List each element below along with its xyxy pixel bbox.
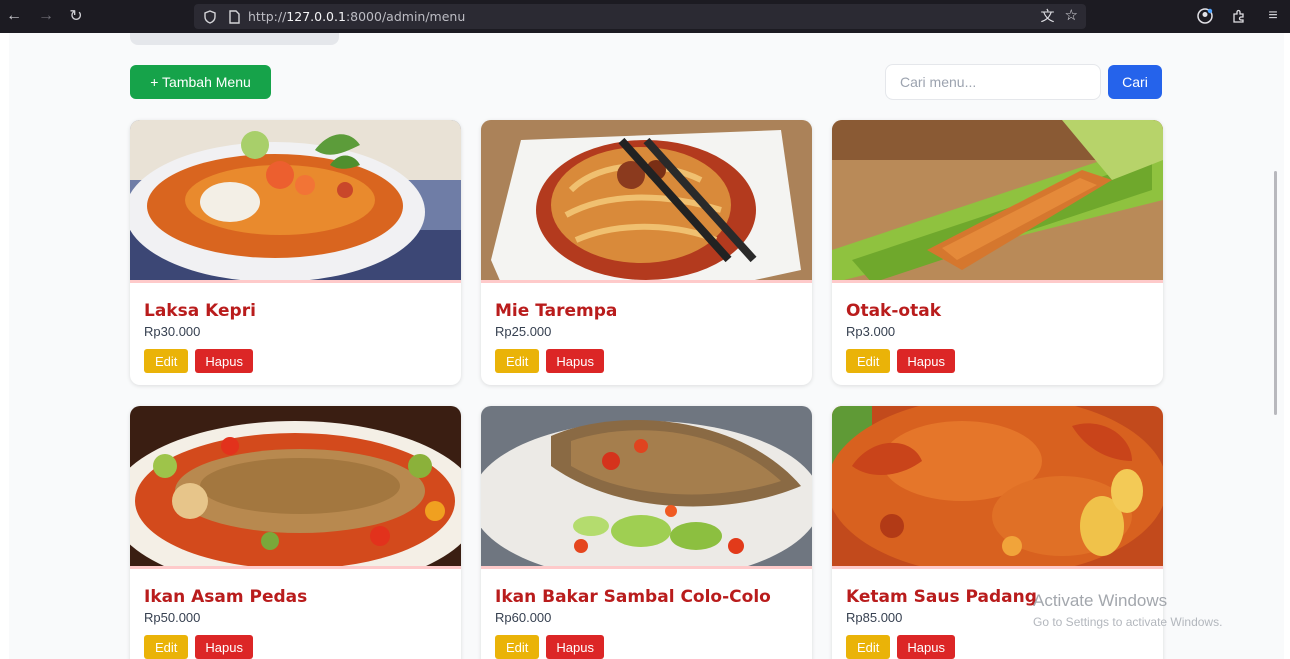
address-bar[interactable]: http://127.0.0.1:8000/admin/menu 文 ☆ <box>194 4 1086 29</box>
menu-name: Mie Tarempa <box>495 301 618 321</box>
delete-button[interactable]: Hapus <box>546 349 604 373</box>
menu-name: Ikan Bakar Sambal Colo-Colo <box>495 587 771 607</box>
account-icon[interactable] <box>1194 4 1216 28</box>
edit-button[interactable]: Edit <box>144 635 189 659</box>
back-arrow-icon[interactable]: ← <box>2 4 26 28</box>
menu-name: Otak-otak <box>846 301 941 321</box>
delete-button[interactable]: Hapus <box>546 635 604 659</box>
url-text[interactable]: http://127.0.0.1:8000/admin/menu <box>248 9 465 24</box>
delete-button[interactable]: Hapus <box>195 635 253 659</box>
edit-button[interactable]: Edit <box>846 349 891 373</box>
bookmark-star-icon[interactable]: ☆ <box>1065 6 1078 26</box>
menu-price: Rp25.000 <box>495 324 552 339</box>
url-prefix: http:// <box>248 9 287 24</box>
watermark-title: Activate Windows <box>1033 591 1168 610</box>
activate-windows-watermark: Activate Windows Go to Settings to activ… <box>1033 591 1222 629</box>
menu-card: Ikan Asam Pedas Rp50.000 Edit Hapus <box>130 406 461 659</box>
menu-hamburger-icon[interactable]: ≡ <box>1262 4 1284 28</box>
shield-icon[interactable] <box>200 7 220 27</box>
page-icon <box>224 7 244 27</box>
delete-button[interactable]: Hapus <box>897 635 955 659</box>
menu-name: Laksa Kepri <box>144 301 256 321</box>
watermark-subtitle: Go to Settings to activate Windows. <box>1033 615 1223 629</box>
search-input[interactable] <box>885 64 1101 100</box>
page-content: + Tambah Menu Cari Laksa Kepri <box>9 33 1284 659</box>
edit-button[interactable]: Edit <box>495 635 540 659</box>
menu-price: Rp30.000 <box>144 324 201 339</box>
translate-icon[interactable]: 文 <box>1041 6 1055 26</box>
menu-image-ketam-saus-padang <box>832 406 1163 569</box>
edit-button[interactable]: Edit <box>846 635 891 659</box>
menu-image-otak-otak <box>832 120 1163 283</box>
menu-card: Mie Tarempa Rp25.000 Edit Hapus <box>481 120 812 385</box>
edit-button[interactable]: Edit <box>144 349 189 373</box>
search-button[interactable]: Cari <box>1108 65 1162 99</box>
extensions-icon[interactable] <box>1228 4 1250 28</box>
menu-image-laksa <box>130 120 461 283</box>
menu-price: Rp3.000 <box>846 324 896 339</box>
menu-image-ikan-bakar <box>481 406 812 569</box>
menu-price: Rp60.000 <box>495 610 552 625</box>
menu-image-ikan-asam-pedas <box>130 406 461 569</box>
delete-button[interactable]: Hapus <box>897 349 955 373</box>
top-panel-edge <box>130 33 339 45</box>
reload-icon[interactable]: ↻ <box>64 4 88 28</box>
menu-image-mie-tarempa <box>481 120 812 283</box>
edit-button[interactable]: Edit <box>495 349 540 373</box>
menu-card: Laksa Kepri Rp30.000 Edit Hapus <box>130 120 461 385</box>
menu-price: Rp50.000 <box>144 610 201 625</box>
url-path: :8000/admin/menu <box>345 9 466 24</box>
add-menu-button[interactable]: + Tambah Menu <box>130 65 271 99</box>
url-host: 127.0.0.1 <box>286 9 346 24</box>
menu-card: Ikan Bakar Sambal Colo-Colo Rp60.000 Edi… <box>481 406 812 659</box>
forward-arrow-icon[interactable]: → <box>34 4 58 28</box>
browser-toolbar: ← → ↻ http://127.0.0.1:8000/admin/menu 文… <box>0 0 1290 33</box>
menu-name: Ikan Asam Pedas <box>144 587 308 607</box>
menu-card: Otak-otak Rp3.000 Edit Hapus <box>832 120 1163 385</box>
delete-button[interactable]: Hapus <box>195 349 253 373</box>
vertical-scrollbar[interactable] <box>1274 171 1277 415</box>
